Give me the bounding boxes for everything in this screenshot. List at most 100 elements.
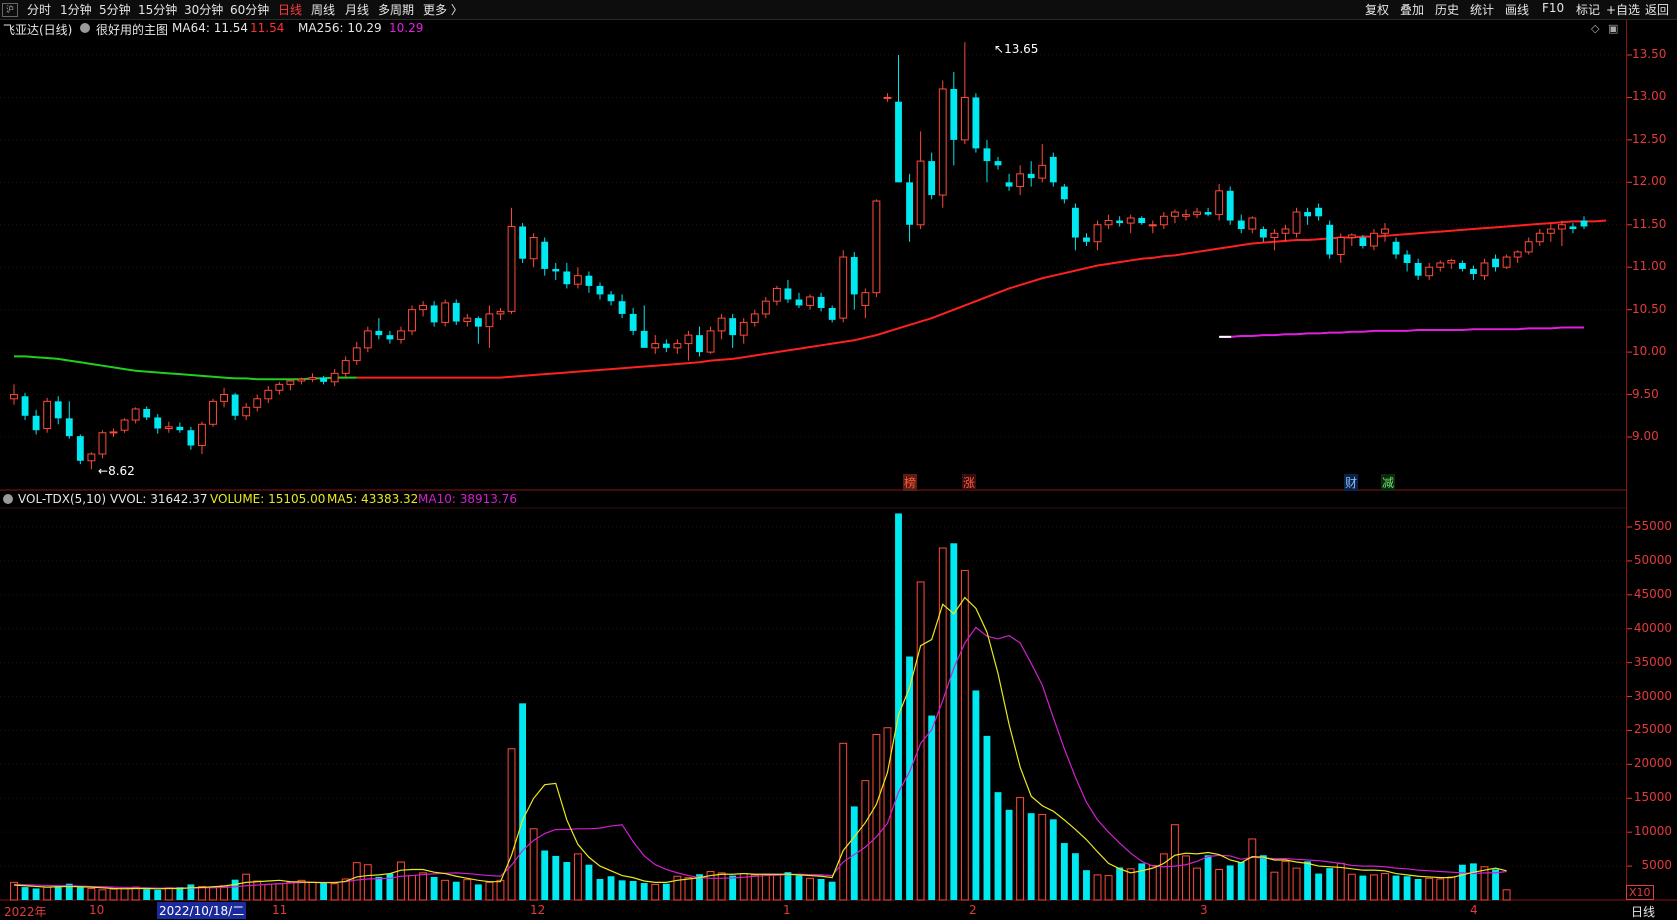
volume-bar-down	[1005, 809, 1013, 900]
volume-bar-up	[684, 877, 693, 901]
low-price-value: 8.62	[108, 464, 135, 478]
candle-body-up	[1347, 234, 1356, 239]
candle-body-up	[1159, 215, 1168, 226]
volume-bar-up	[1370, 874, 1378, 901]
volume-bar-up	[772, 874, 781, 901]
volume-bar-down	[1204, 855, 1212, 900]
candle-body-up	[1016, 173, 1025, 188]
candle-body-down	[1569, 226, 1577, 230]
candle-body-up	[10, 394, 18, 400]
volume-bar-up	[496, 879, 505, 901]
candle-body-up	[1104, 220, 1113, 226]
candle-body-down	[154, 417, 162, 429]
x-label-mar: 3	[1200, 903, 1208, 917]
candle-body-down	[596, 285, 604, 295]
candle-body-up	[1370, 232, 1378, 247]
volume-bar-up	[330, 883, 339, 901]
candle-body-up	[363, 330, 372, 349]
volume-tick-label: 10000	[1633, 824, 1672, 839]
candle-body-down	[375, 330, 383, 336]
candle-body-up	[673, 343, 682, 349]
candle-body-up	[1535, 232, 1544, 243]
candle-body-down	[662, 343, 670, 348]
candle-body-up	[198, 423, 206, 446]
volume-tick-label: 35000	[1633, 654, 1672, 669]
candle-body-down	[828, 307, 836, 320]
candle-body-down	[54, 401, 62, 419]
high-price-value: 13.65	[1004, 42, 1039, 56]
reduction-badge[interactable]: 减	[1381, 474, 1396, 491]
volume-bar-down	[662, 883, 670, 900]
period-indicator: 日线	[1631, 905, 1656, 919]
candle-body-up	[98, 432, 107, 455]
candle-body-up	[861, 292, 870, 306]
volume-bar-up	[1436, 878, 1445, 901]
candle-body-down	[629, 313, 637, 331]
volume-bar-up	[883, 727, 892, 901]
candle-body-up	[507, 225, 516, 312]
volume-bar-up	[806, 877, 814, 901]
candle-body-down	[1304, 212, 1312, 217]
candle-body-down	[231, 394, 239, 416]
volume-bar-down	[1049, 819, 1057, 900]
candle-body-up	[1502, 256, 1511, 268]
volume-bar-down	[607, 876, 615, 900]
candle-body-down	[187, 430, 195, 446]
volume-bar-down	[320, 883, 328, 900]
price-tick-label: 11.50	[1632, 216, 1667, 231]
volume-ma5-line	[13, 596, 1507, 890]
candle-body-down	[452, 302, 460, 322]
volume-bar-down	[519, 703, 527, 900]
volume-tick-label: 5000	[1641, 858, 1672, 873]
candle-body-up	[1524, 241, 1533, 253]
volume-bar-down	[618, 880, 626, 900]
volume-tick-label: 15000	[1633, 790, 1672, 805]
volume-bar-up	[397, 861, 405, 901]
volume-bar-down	[1138, 863, 1146, 900]
volume-bar-down	[795, 875, 803, 900]
candle-body-down	[1359, 237, 1367, 246]
price-tick-label: 9.50	[1632, 386, 1659, 401]
candle-body-down	[983, 148, 991, 162]
candle-body-up	[1381, 228, 1389, 234]
candle-body-down	[1027, 173, 1035, 179]
candle-body-up	[463, 317, 472, 323]
volume-bar-up	[938, 547, 947, 901]
volume-tick-label: 55000	[1633, 519, 1672, 533]
candle-body-up	[242, 406, 251, 417]
volume-bar-up	[1480, 866, 1489, 901]
volume-bar-down	[972, 690, 980, 900]
candle-body-up	[1248, 217, 1257, 230]
candle-body-down	[519, 226, 527, 259]
candle-body-up	[352, 347, 361, 362]
candle-body-up	[496, 310, 505, 315]
volume-bar-up	[1270, 871, 1279, 901]
x-label-jan: 1	[783, 903, 791, 917]
volume-bar-up	[441, 879, 450, 901]
candle-body-down	[1204, 212, 1212, 215]
volume-bar-up	[507, 748, 516, 901]
candle-body-up	[1281, 228, 1290, 234]
volume-bar-up	[1038, 814, 1047, 901]
volume-bar-down	[32, 888, 40, 900]
zoom-indicator[interactable]: X10	[1626, 885, 1654, 900]
ranking-badge[interactable]: 榜	[903, 474, 918, 491]
candle-body-up	[1182, 214, 1190, 217]
price-tick-label: 13.50	[1632, 47, 1667, 61]
price-tick-label: 12.00	[1632, 174, 1667, 189]
volume-bar-down	[1259, 855, 1267, 900]
candle-body-up	[916, 160, 925, 226]
volume-bar-up	[861, 780, 870, 901]
candle-body-down	[176, 426, 184, 431]
limit-up-badge[interactable]: 涨	[962, 474, 977, 491]
stock-chart-canvas[interactable]	[0, 0, 1677, 919]
finance-badge[interactable]: 财	[1344, 474, 1359, 491]
candle-body-up	[120, 419, 129, 431]
volume-bar-up	[264, 883, 273, 901]
candle-body-down	[1237, 220, 1245, 230]
candle-body-up	[275, 383, 284, 391]
candle-body-up	[717, 317, 726, 332]
candle-body-up	[220, 394, 228, 402]
candle-body-down	[1414, 262, 1422, 276]
price-tick-label: 12.50	[1632, 131, 1667, 146]
